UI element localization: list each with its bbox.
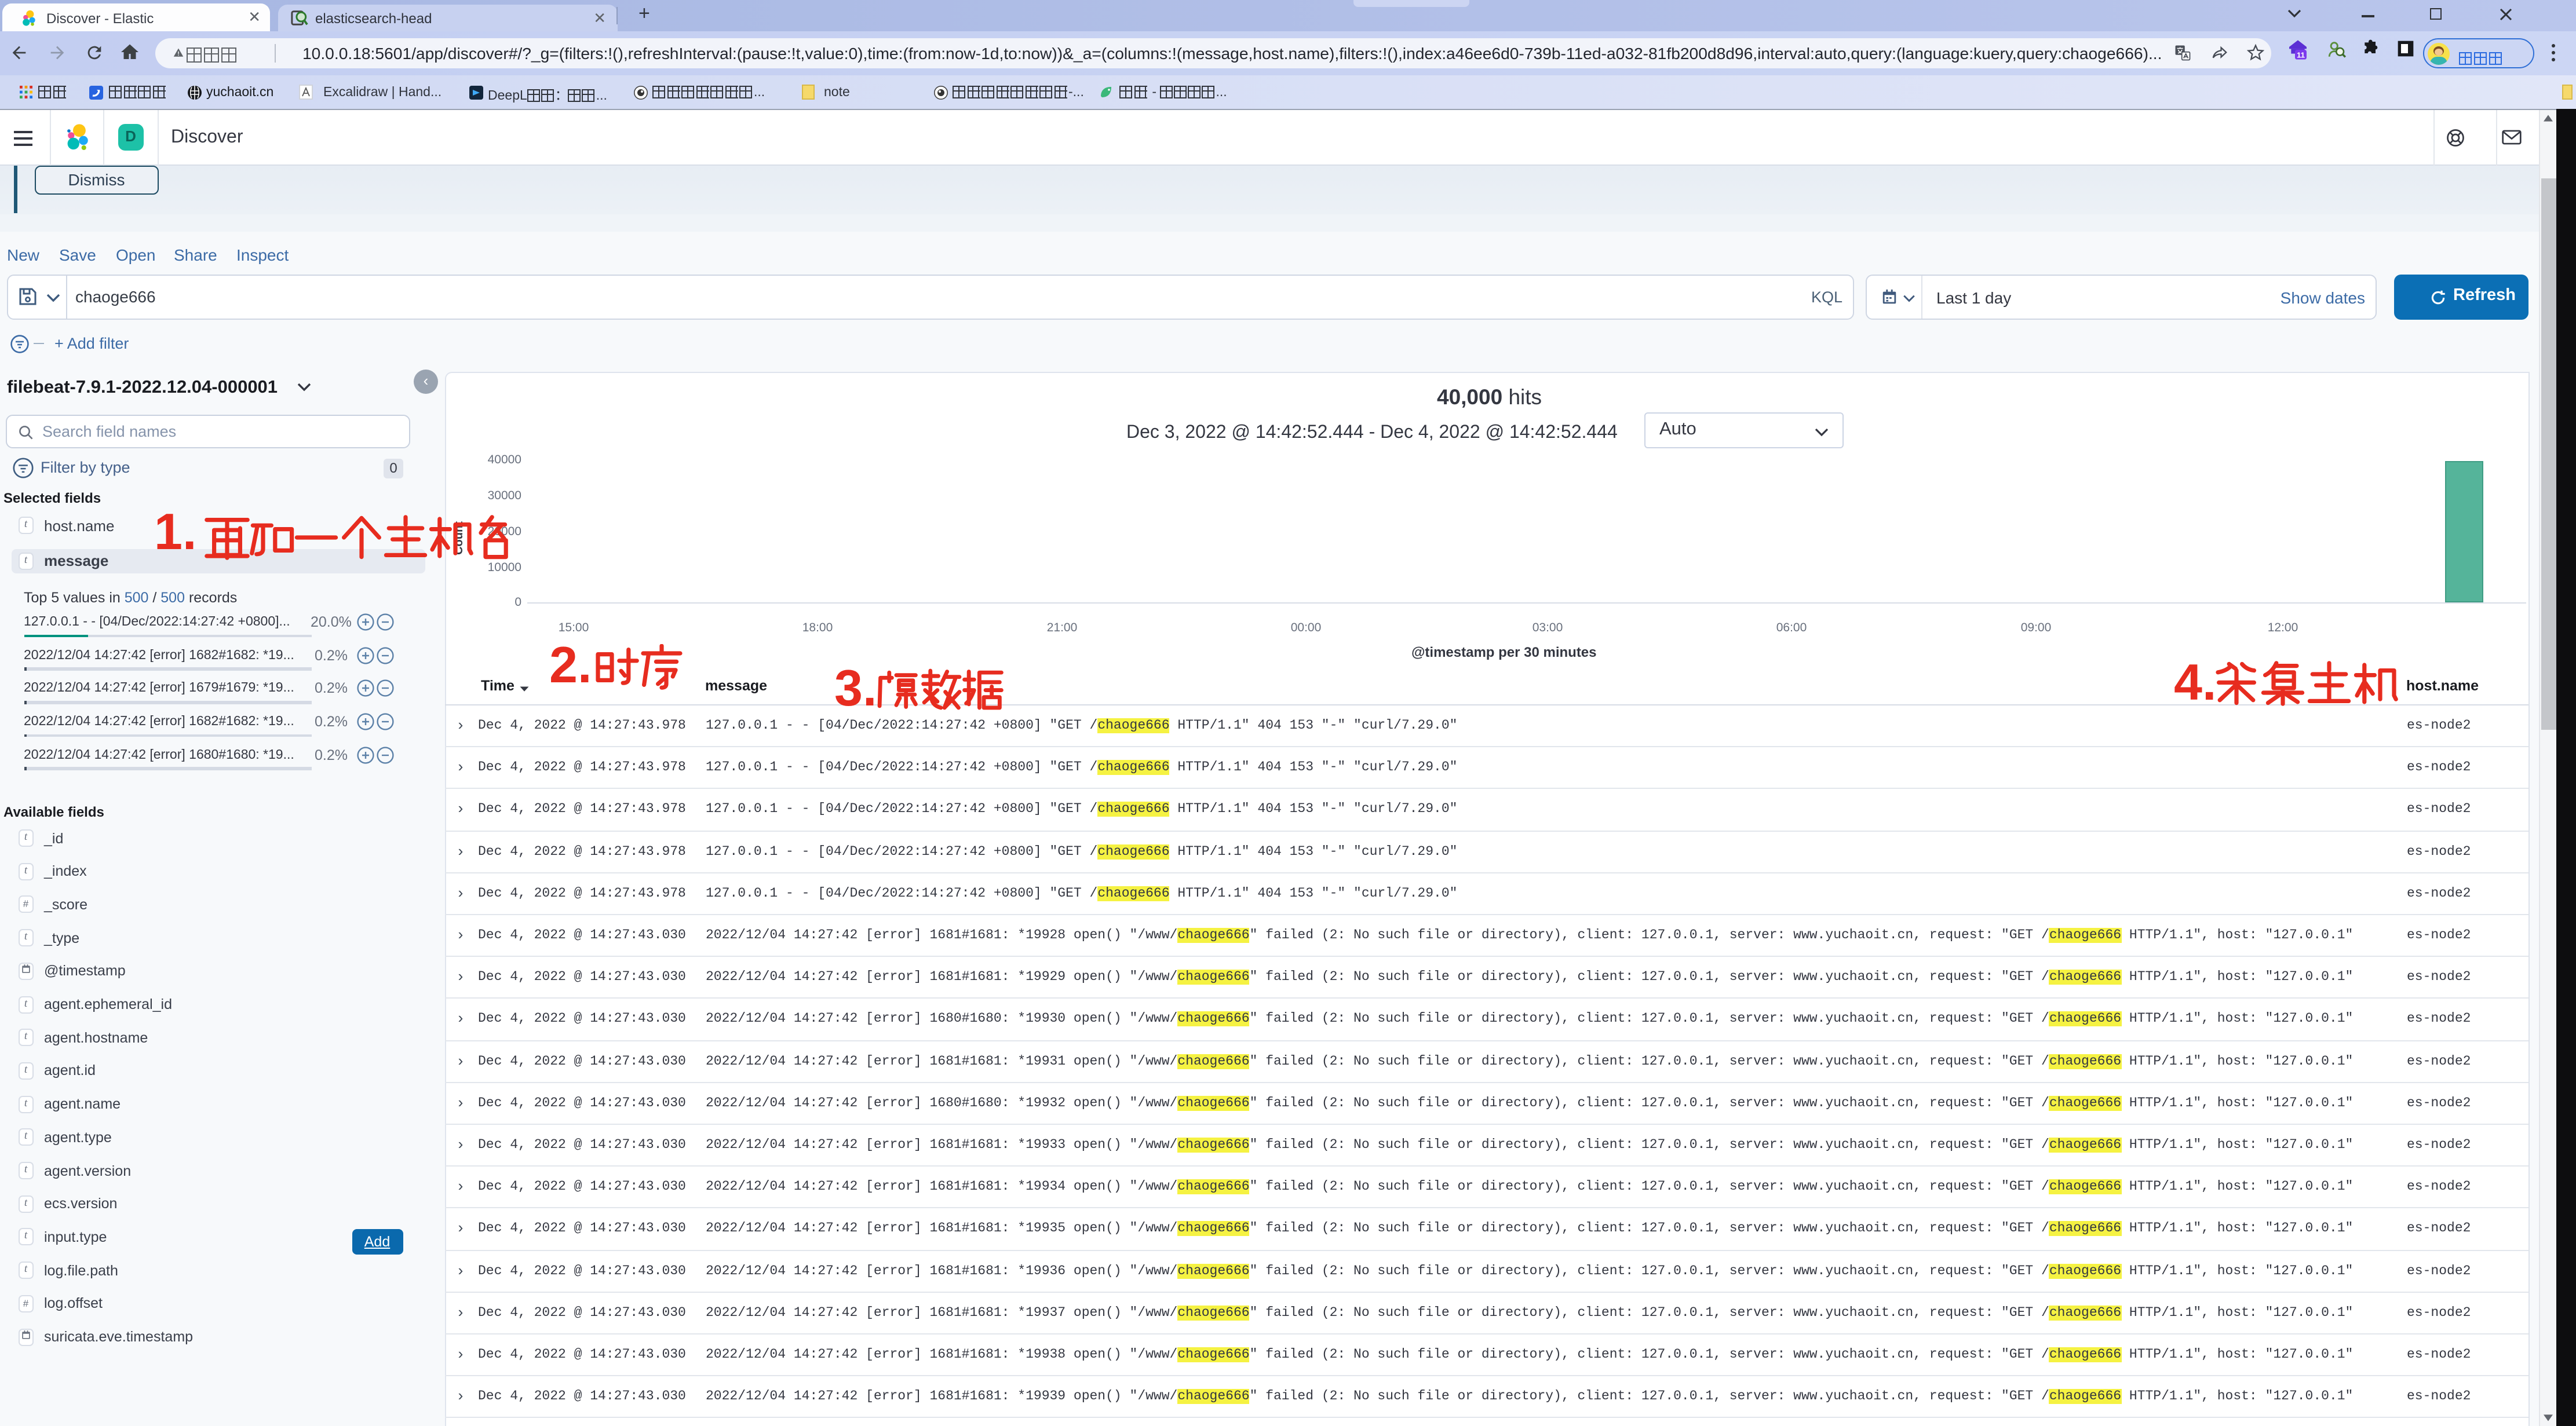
svg-text:11: 11 [2297, 50, 2305, 59]
